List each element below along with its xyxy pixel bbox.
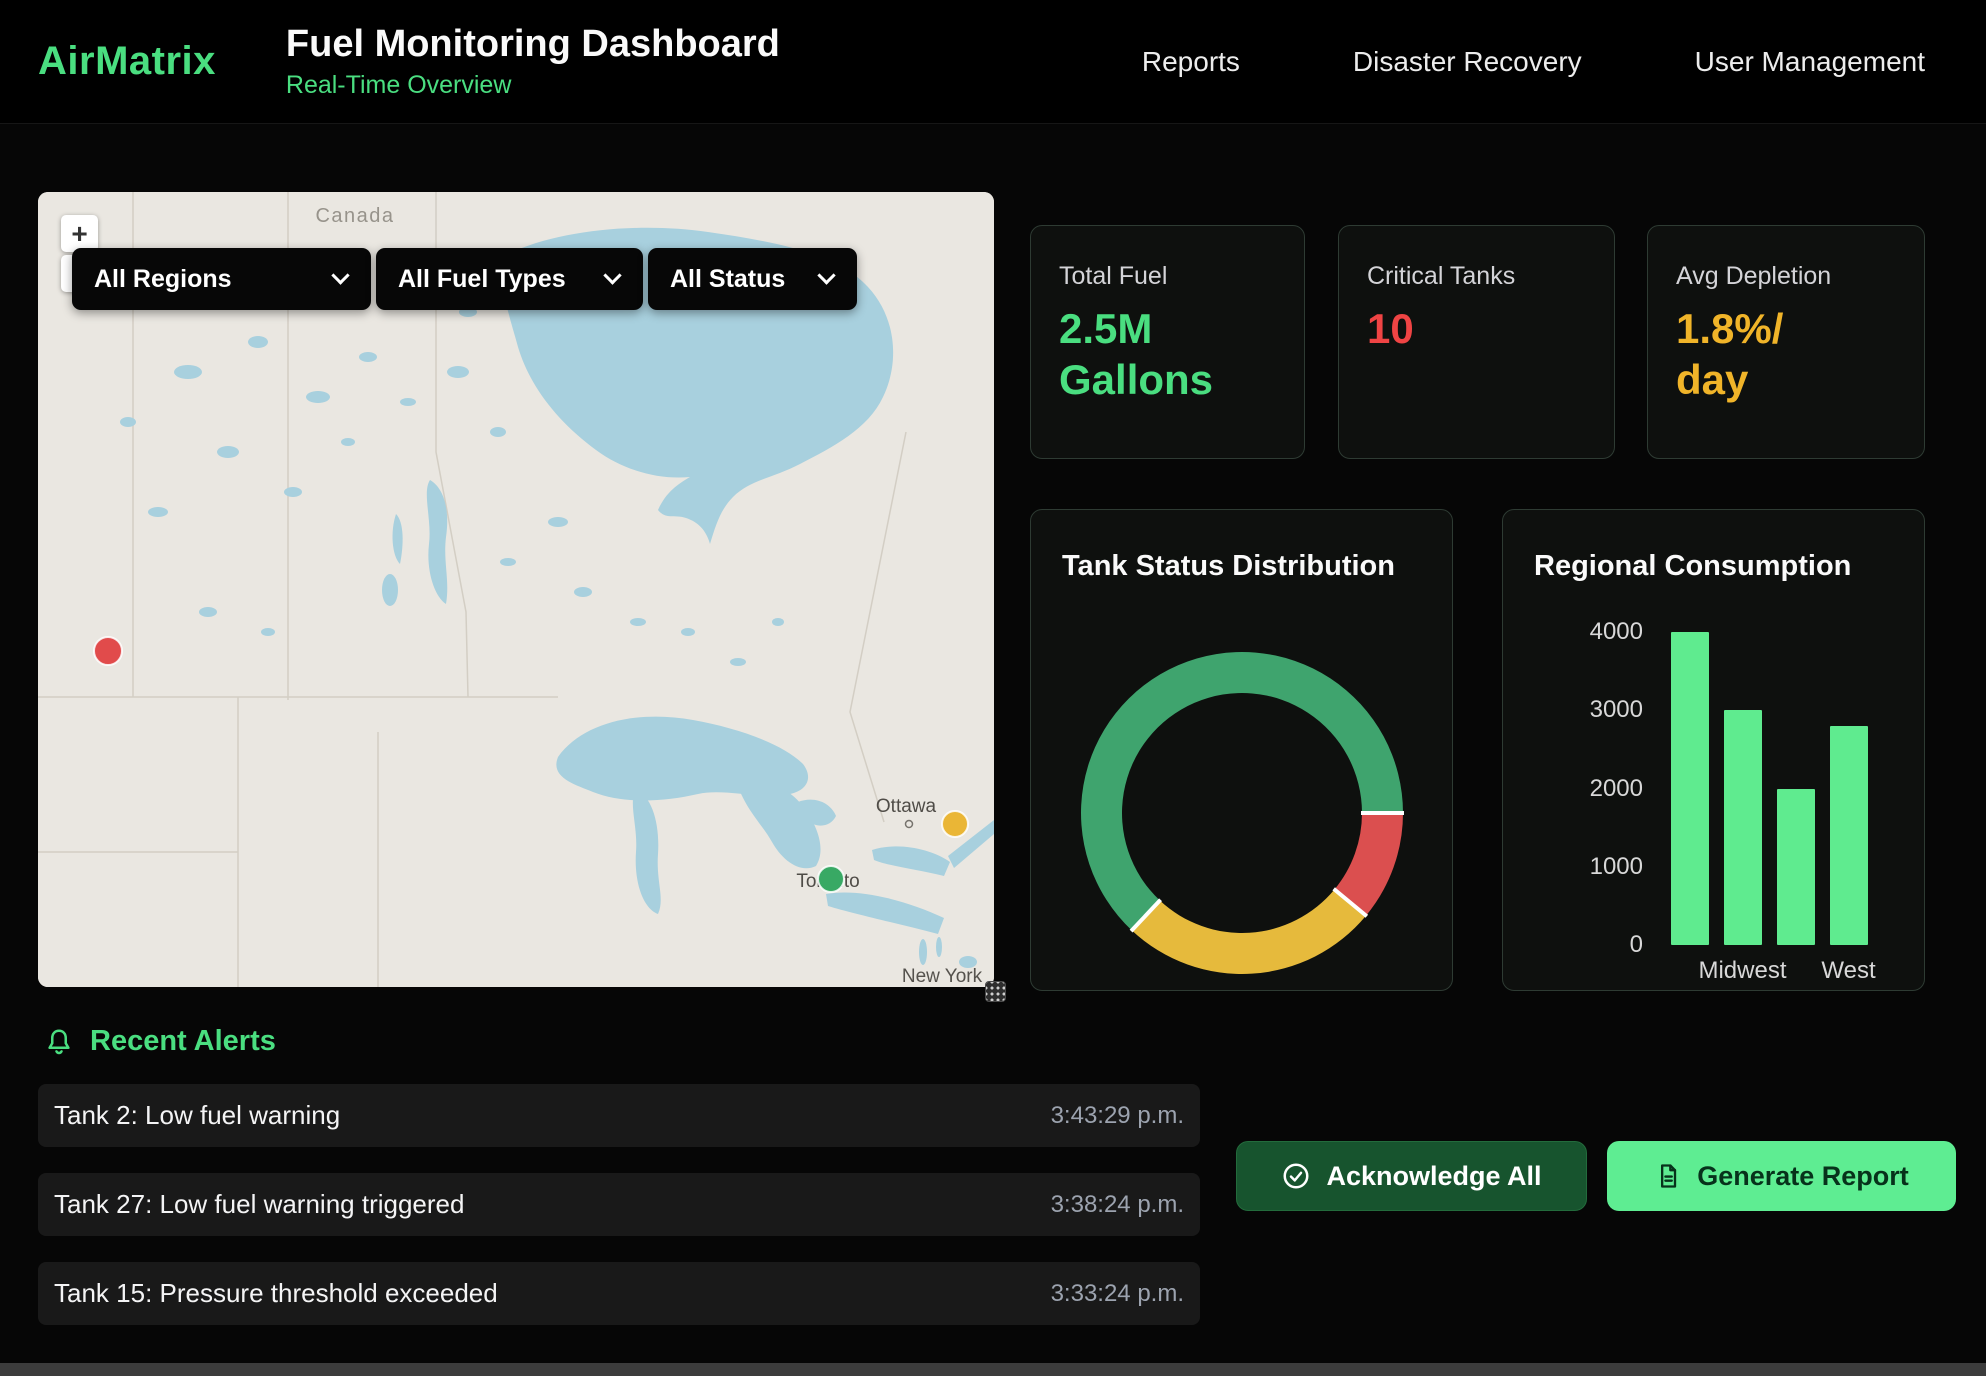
city-label-new-york: New York (902, 966, 983, 987)
bar-region-3[interactable] (1777, 789, 1815, 946)
document-icon (1654, 1162, 1682, 1190)
title-block: Fuel Monitoring Dashboard Real-Time Over… (286, 23, 780, 100)
bar-chart[interactable]: 0 1000 2000 3000 4000 Midwest West (1503, 510, 1925, 991)
regional-consumption-chart-card: Regional Consumption 01000200030004000Mi… (1502, 509, 1925, 991)
y-axis-tick-label: 3000 (1543, 696, 1643, 724)
resize-handle[interactable] (985, 981, 1006, 1002)
region-filter-value: All Regions (94, 265, 232, 294)
page-title: Fuel Monitoring Dashboard (286, 23, 780, 66)
stat-label: Critical Tanks (1367, 262, 1586, 291)
y-axis-tick-label: 1000 (1543, 853, 1643, 881)
alerts-list: Tank 2: Low fuel warning 3:43:29 p.m. Ta… (38, 1084, 1200, 1351)
check-circle-icon (1281, 1161, 1311, 1191)
fuel-type-filter-value: All Fuel Types (398, 265, 566, 294)
main-nav: Reports Disaster Recovery User Managemen… (1142, 46, 1925, 78)
map-filters: All Regions All Fuel Types All Status (72, 248, 857, 310)
generate-report-button[interactable]: Generate Report (1607, 1141, 1956, 1211)
tank-marker-2[interactable] (942, 811, 968, 837)
generate-report-label: Generate Report (1697, 1161, 1909, 1192)
horizontal-scrollbar[interactable] (0, 1363, 1986, 1376)
fuel-monitoring-dashboard: AirMatrix Fuel Monitoring Dashboard Real… (0, 0, 1986, 1376)
x-axis-category-label: West (1821, 957, 1875, 985)
alerts-header: Recent Alerts (44, 1025, 276, 1058)
zoom-in-button[interactable]: + (61, 215, 98, 252)
stat-label: Total Fuel (1059, 262, 1276, 291)
alert-time: 3:33:24 p.m. (1051, 1280, 1184, 1308)
stat-card: Avg Depletion 1.8%/day (1647, 225, 1925, 459)
donut-chart[interactable] (1031, 510, 1453, 991)
alert-row: Tank 2: Low fuel warning 3:43:29 p.m. (38, 1084, 1200, 1147)
alert-time: 3:43:29 p.m. (1051, 1102, 1184, 1130)
acknowledge-all-button[interactable]: Acknowledge All (1236, 1141, 1587, 1211)
stat-card: Total Fuel 2.5MGallons (1030, 225, 1305, 459)
x-axis-category-label: Midwest (1698, 957, 1786, 985)
bar-region-2[interactable] (1724, 710, 1762, 945)
y-axis-tick-label: 2000 (1543, 775, 1643, 803)
app-logo[interactable]: AirMatrix (38, 39, 216, 84)
acknowledge-all-label: Acknowledge All (1326, 1161, 1541, 1192)
donut-segment-warning[interactable] (1132, 889, 1366, 974)
stat-label: Avg Depletion (1676, 262, 1896, 291)
alert-row: Tank 15: Pressure threshold exceeded 3:3… (38, 1262, 1200, 1325)
bar-region-1[interactable] (1671, 632, 1709, 945)
y-axis-tick-label: 0 (1543, 931, 1643, 959)
alert-time: 3:38:24 p.m. (1051, 1191, 1184, 1219)
stat-card: Critical Tanks 10 (1338, 225, 1615, 459)
bar-region-4[interactable] (1830, 726, 1868, 945)
alert-message: Tank 15: Pressure threshold exceeded (54, 1278, 498, 1309)
nav-item-reports[interactable]: Reports (1142, 46, 1240, 78)
chevron-down-icon (603, 266, 621, 284)
country-label-canada: Canada (315, 205, 394, 227)
city-label-ottawa: Ottawa (876, 796, 937, 817)
page-subtitle: Real-Time Overview (286, 71, 780, 100)
fuel-type-filter[interactable]: All Fuel Types (376, 248, 643, 310)
y-axis-tick-label: 4000 (1543, 618, 1643, 646)
map[interactable]: Canada Ottawa Toronto New York + − All R… (38, 192, 994, 987)
region-filter[interactable]: All Regions (72, 248, 371, 310)
top-bar: AirMatrix Fuel Monitoring Dashboard Real… (0, 0, 1986, 124)
alert-row: Tank 27: Low fuel warning triggered 3:38… (38, 1173, 1200, 1236)
map-canvas[interactable]: Canada Ottawa Toronto New York (38, 192, 994, 987)
stat-value: 10 (1367, 303, 1586, 354)
tank-status-chart-card: Tank Status Distribution (1030, 509, 1453, 991)
alert-message: Tank 27: Low fuel warning triggered (54, 1189, 464, 1220)
stat-value: 2.5MGallons (1059, 303, 1276, 405)
stat-value: 1.8%/day (1676, 303, 1896, 405)
chevron-down-icon (331, 266, 349, 284)
nav-item-user-management[interactable]: User Management (1695, 46, 1925, 78)
chevron-down-icon (817, 266, 835, 284)
tank-marker-1[interactable] (94, 637, 122, 665)
bell-icon (44, 1027, 74, 1057)
alerts-title: Recent Alerts (90, 1025, 276, 1058)
tank-marker-3[interactable] (818, 866, 844, 892)
nav-item-disaster-recovery[interactable]: Disaster Recovery (1353, 46, 1582, 78)
alert-message: Tank 2: Low fuel warning (54, 1100, 340, 1131)
status-filter-value: All Status (670, 265, 785, 294)
status-filter[interactable]: All Status (648, 248, 857, 310)
